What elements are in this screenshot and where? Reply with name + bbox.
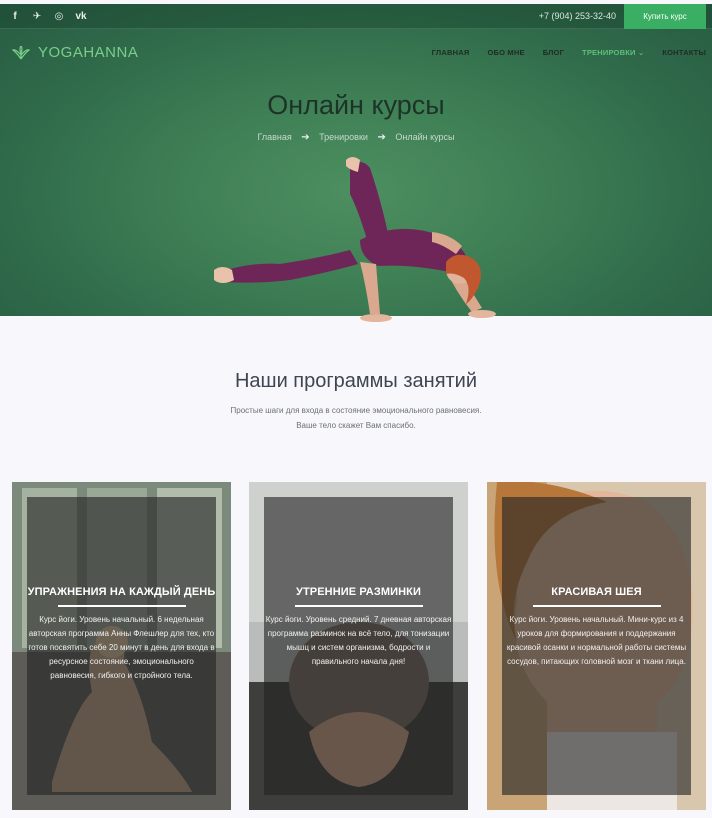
breadcrumb-trainings[interactable]: Тренировки [319, 132, 368, 142]
arrow-right-icon: ➔ [301, 132, 310, 143]
card-title: КРАСИВАЯ ШЕЯ [551, 586, 642, 598]
nav-item-trainings[interactable]: ТРЕНИРОВКИ ⌄ [582, 48, 644, 57]
nav-item-about[interactable]: ОБО МНЕ [487, 48, 524, 57]
section-subtitle-line2: Ваше тело скажет Вам спасибо. [296, 421, 416, 430]
breadcrumb-home[interactable]: Главная [257, 132, 291, 142]
yoga-pose-image [214, 157, 496, 322]
lotus-icon [12, 45, 30, 59]
facebook-icon[interactable]: f [4, 10, 26, 23]
program-card-morning[interactable]: УТРЕННИЕ РАЗМИНКИ Курс йоги. Уровень сре… [249, 482, 468, 810]
breadcrumb: Главная ➔ Тренировки ➔ Онлайн курсы [0, 132, 712, 143]
vk-icon[interactable]: vk [70, 10, 92, 23]
main-nav: ГЛАВНАЯ ОБО МНЕ БЛОГ ТРЕНИРОВКИ ⌄ КОНТАК… [432, 48, 706, 57]
card-title: УТРЕННИЕ РАЗМИНКИ [296, 586, 421, 598]
card-content: УТРЕННИЕ РАЗМИНКИ Курс йоги. Уровень сре… [249, 586, 468, 669]
logo-text: YOGAHANNA [38, 44, 139, 61]
page-title: Онлайн курсы [267, 90, 445, 120]
instagram-icon[interactable]: ◎ [48, 10, 70, 23]
card-title: УПРАЖНЕНИЯ НА КАЖДЫЙ ДЕНЬ [27, 586, 216, 598]
section-subtitle: Простые шаги для входа в состояние эмоци… [0, 403, 712, 433]
card-description: Курс йоги. Уровень начальный. 6 недельна… [28, 615, 215, 680]
buy-course-button[interactable]: Купить курс [624, 4, 706, 29]
logo[interactable]: YOGAHANNA [12, 44, 138, 61]
telegram-icon[interactable]: ✈ [26, 10, 48, 23]
card-divider [57, 605, 186, 607]
card-divider [532, 605, 661, 607]
top-bar: f ✈ ◎ vk +7 (904) 253-32-40 Купить курс [0, 4, 712, 29]
breadcrumb-current: Онлайн курсы [395, 132, 455, 142]
section-subtitle-line1: Простые шаги для входа в состояние эмоци… [230, 406, 482, 415]
card-description: Курс йоги. Уровень средний. 7 дневная ав… [265, 615, 452, 666]
nav-item-blog[interactable]: БЛОГ [543, 48, 564, 57]
card-description: Курс йоги. Уровень начальный. Мини-курс … [506, 615, 687, 666]
section-title: Наши программы занятий [234, 370, 478, 392]
nav-item-contacts[interactable]: КОНТАКТЫ [662, 48, 706, 57]
hero-banner: f ✈ ◎ vk +7 (904) 253-32-40 Купить курс … [0, 4, 712, 322]
social-links: f ✈ ◎ vk [4, 10, 92, 23]
card-divider [294, 605, 423, 607]
nav-item-home[interactable]: ГЛАВНАЯ [432, 48, 470, 57]
program-card-neck[interactable]: КРАСИВАЯ ШЕЯ Курс йоги. Уровень начальны… [487, 482, 706, 810]
arrow-right-icon: ➔ [377, 132, 386, 143]
program-card-daily[interactable]: УПРАЖНЕНИЯ НА КАЖДЫЙ ДЕНЬ Курс йоги. Уро… [12, 482, 231, 810]
phone-number[interactable]: +7 (904) 253-32-40 [539, 11, 616, 21]
card-content: КРАСИВАЯ ШЕЯ Курс йоги. Уровень начальны… [487, 586, 706, 669]
card-content: УПРАЖНЕНИЯ НА КАЖДЫЙ ДЕНЬ Курс йоги. Уро… [12, 586, 231, 683]
